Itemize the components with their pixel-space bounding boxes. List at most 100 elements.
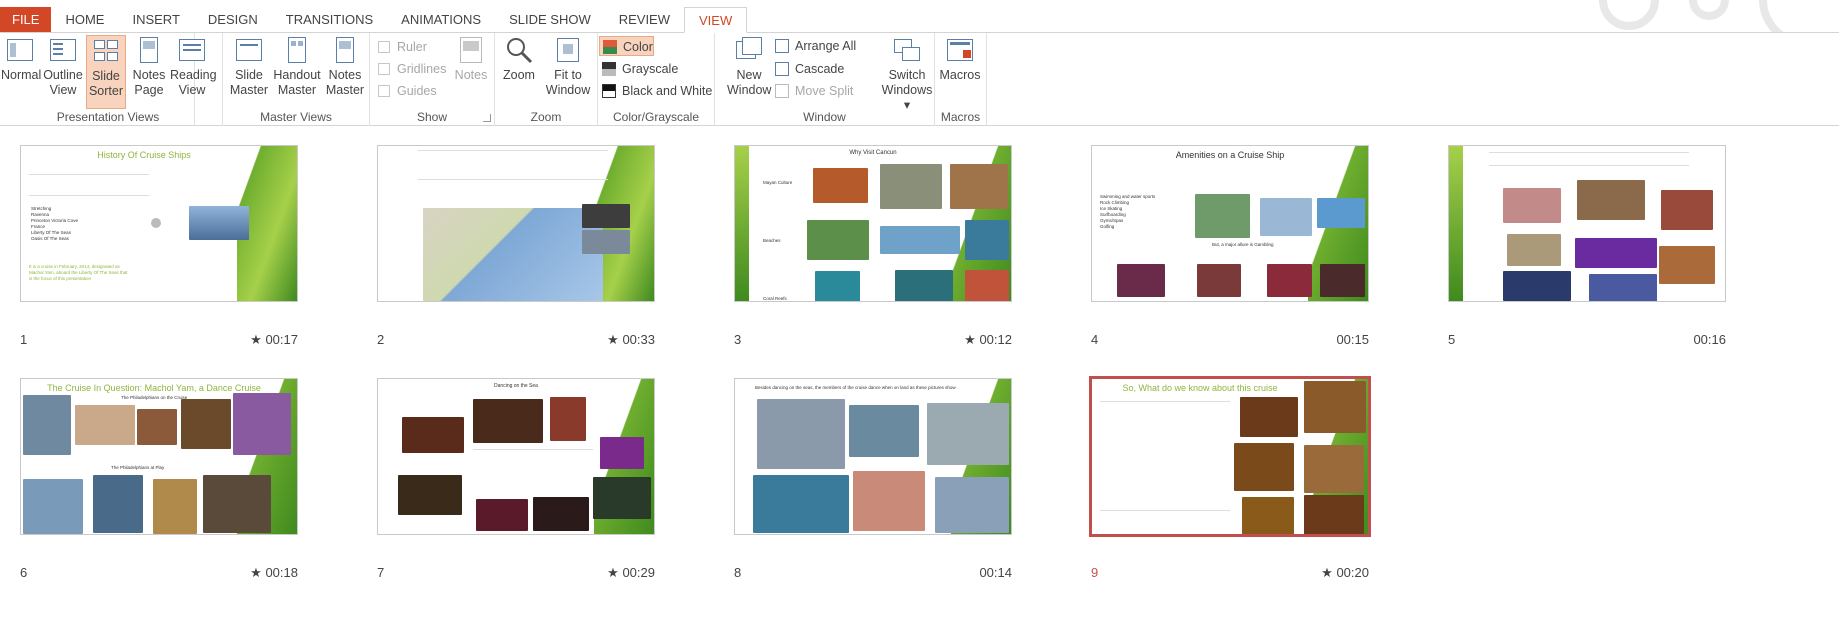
slide-thumbnail-7[interactable]: Dancing on the Sea: [377, 378, 655, 535]
dance-photo: [402, 417, 464, 453]
show-dialog-launcher-icon[interactable]: [483, 114, 491, 122]
new-window-button[interactable]: New Window: [727, 35, 771, 107]
casino-photo: [1117, 264, 1165, 297]
new-window-label-2: Window: [727, 83, 772, 97]
switch-windows-button[interactable]: Switch Windows ▾: [881, 35, 933, 112]
notes-page-button[interactable]: Notes Page: [130, 35, 168, 107]
guides-checkbox[interactable]: Guides: [378, 81, 437, 101]
slide-number-2: 2: [377, 332, 385, 347]
fit-to-window-button[interactable]: Fit to Window: [543, 35, 593, 107]
group-label-zoom: Zoom: [530, 110, 562, 124]
arrange-all-label: Arrange All: [795, 39, 857, 53]
black-and-white-button[interactable]: Black and White: [602, 81, 712, 101]
dance-photo: [476, 499, 528, 531]
transition-star-icon: ★: [607, 332, 619, 347]
slide-number-1: 1: [20, 332, 28, 347]
slide-time-1: 00:17: [265, 332, 298, 347]
tab-view[interactable]: VIEW: [684, 7, 748, 33]
tab-slide-show[interactable]: SLIDE SHOW: [495, 7, 605, 33]
zoom-label: Zoom: [503, 68, 535, 82]
notes-master-button[interactable]: Notes Master: [323, 35, 367, 107]
outline-view-button[interactable]: Outline View: [42, 35, 84, 107]
black-white-swatch-icon: [602, 84, 616, 98]
slide-thumbnail-5[interactable]: [1448, 145, 1726, 302]
cascade-button[interactable]: Cascade: [775, 59, 844, 79]
grayscale-button[interactable]: Grayscale: [602, 59, 678, 79]
slide-time-9: 00:20: [1336, 565, 1369, 580]
normal-view-button[interactable]: Normal: [1, 35, 41, 107]
party-photo: [1575, 238, 1657, 268]
tab-animations[interactable]: ANIMATIONS: [387, 7, 495, 33]
tab-review[interactable]: REVIEW: [605, 7, 684, 33]
restaurant-photo: [1577, 180, 1645, 220]
group-label-master-views: Master Views: [260, 110, 332, 124]
move-split-label: Move Split: [795, 84, 854, 98]
slide-sorter-button[interactable]: Slide Sorter: [86, 35, 126, 109]
tab-home[interactable]: HOME: [51, 7, 118, 33]
outline-view-label-2: View: [49, 83, 77, 97]
people-photo: [153, 479, 197, 534]
grayscale-swatch-icon: [602, 62, 616, 76]
speaker-icon: [151, 218, 161, 228]
group-color-grayscale: Color Grayscale Black and White Color/Gr…: [598, 33, 715, 126]
slide-master-icon: [234, 35, 264, 65]
beach-dance-photo: [935, 477, 1009, 533]
slide-thumbnail-9[interactable]: So, What do we know about this cruise: [1089, 376, 1371, 537]
handout-master-button[interactable]: Handout Master: [273, 35, 321, 107]
color-button[interactable]: Color: [599, 36, 654, 56]
slide-thumbnail-4[interactable]: Amenities on a Cruise Ship Swimming and …: [1091, 145, 1369, 302]
beach-dance-photo: [849, 405, 919, 457]
gridlines-checkbox[interactable]: Gridlines: [378, 59, 446, 79]
casino-photo: [1267, 264, 1312, 297]
slide-8-caption: Besides dancing on the seas, the members…: [755, 385, 956, 390]
food-photo: [1507, 234, 1561, 266]
tab-design[interactable]: DESIGN: [194, 7, 272, 33]
dinner-photo: [1503, 188, 1561, 223]
slide-thumbnail-2[interactable]: [377, 145, 655, 302]
ice-skating-photo: [1260, 198, 1312, 236]
notes-toggle-label: Notes: [454, 68, 488, 82]
grayscale-label: Grayscale: [622, 62, 679, 76]
slide-thumbnail-1[interactable]: History Of Cruise Ships Stretching Raven…: [20, 145, 298, 302]
reading-view-button[interactable]: Reading View: [170, 35, 217, 107]
people-photo: [853, 471, 925, 531]
transition-star-icon: ★: [964, 332, 976, 347]
dance-photo: [398, 475, 462, 515]
slide-thumbnail-8[interactable]: Besides dancing on the seas, the members…: [734, 378, 1012, 535]
slide-number-6: 6: [20, 565, 28, 580]
people-photo: [137, 409, 177, 445]
dance-photo: [593, 477, 651, 519]
dance-photo: [473, 399, 543, 443]
ruler-check-icon: [378, 41, 390, 53]
slide-time-8: 00:14: [979, 565, 1012, 580]
notes-toggle-button[interactable]: Notes: [452, 35, 490, 107]
plane-photo: [582, 230, 630, 254]
gridlines-check-icon: [378, 63, 390, 75]
tab-transitions[interactable]: TRANSITIONS: [272, 7, 387, 33]
performance-photo: [1234, 443, 1294, 491]
zoom-button[interactable]: Zoom: [499, 35, 539, 107]
people-photo: [75, 405, 135, 445]
slide-4-caption: But, a major allure is Gambling: [1212, 242, 1274, 247]
cascade-icon: [775, 62, 789, 76]
macros-button[interactable]: Macros: [937, 35, 983, 107]
arrange-all-button[interactable]: Arrange All: [775, 36, 856, 56]
group-presentation-views: Normal Outline View Slide Sorter Notes P…: [0, 33, 217, 126]
bullet: Golfing: [1100, 224, 1115, 229]
tab-file[interactable]: FILE: [0, 7, 52, 33]
beach-dance-photo: [757, 399, 845, 469]
move-split-button[interactable]: Move Split: [775, 81, 853, 101]
ribbon: Normal Outline View Slide Sorter Notes P…: [0, 32, 1839, 126]
ruler-checkbox[interactable]: Ruler: [378, 37, 427, 57]
car-photo: [582, 204, 630, 228]
tab-insert[interactable]: INSERT: [118, 7, 193, 33]
people-photo: [203, 475, 271, 533]
slide-thumbnail-6[interactable]: The Cruise In Question: Machol Yam, a Da…: [20, 378, 298, 535]
slide-4-title: Amenities on a Cruise Ship: [1175, 150, 1285, 160]
fit-to-window-label-2: Window: [545, 83, 591, 97]
slide-thumbnail-3[interactable]: Why Visit Cancun Mayan Culture Beaches C…: [734, 145, 1012, 302]
slide-master-button[interactable]: Slide Master: [229, 35, 269, 107]
slide-timing-2: ★ 00:33: [575, 332, 655, 348]
slide-time-7: 00:29: [622, 565, 655, 580]
slide-timing-4: 00:15: [1289, 332, 1369, 347]
